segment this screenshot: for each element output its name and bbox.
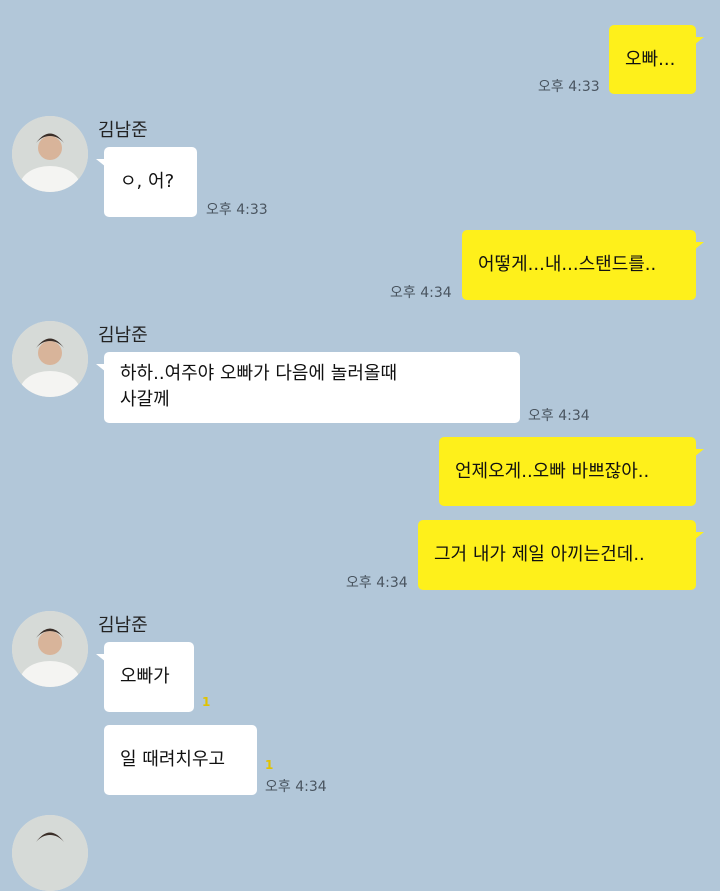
unread-count: 1 [265,758,274,772]
avatar[interactable] [12,611,88,687]
profile-photo-icon [12,611,88,687]
avatar[interactable] [12,321,88,397]
sender-name: 김남준 [98,120,148,141]
message-bubble-incoming[interactable]: 오빠가 [96,642,194,712]
message-bubble-incoming[interactable]: 일 때려치우고 [104,725,257,795]
message-time: 오후 4:33 [538,79,600,95]
sender-name: 김남준 [98,615,148,636]
message-bubble-incoming[interactable]: ㅇ, 어? [96,147,197,217]
message-time: 오후 4:34 [390,285,452,301]
profile-photo-icon [12,815,88,891]
sender-name: 김남준 [98,325,148,346]
message-bubble-outgoing[interactable]: 오빠... [609,25,704,94]
avatar[interactable] [12,815,88,891]
message-time: 오후 4:34 [346,575,408,591]
profile-photo-icon [12,321,88,397]
message-time: 오후 4:33 [206,202,268,218]
message-bubble-outgoing[interactable]: 어떻게...내...스탠드를.. [462,230,704,300]
unread-count: 1 [202,695,211,709]
message-bubble-outgoing[interactable]: 그거 내가 제일 아끼는건데.. [418,520,704,590]
message-bubble-outgoing[interactable]: 언제오게..오빠 바쁘잖아.. [439,437,704,506]
chat-area: 오빠... 오후 4:33 김남준 ㅇ, 어? 오후 4:33 어떻게...내.… [0,0,720,891]
message-time: 오후 4:34 [528,408,590,424]
message-bubble-incoming[interactable]: 하하..여주야 오빠가 다음에 놀러올때 사갈께 [96,352,520,423]
profile-photo-icon [12,116,88,192]
avatar[interactable] [12,116,88,192]
message-time: 오후 4:34 [265,779,327,795]
